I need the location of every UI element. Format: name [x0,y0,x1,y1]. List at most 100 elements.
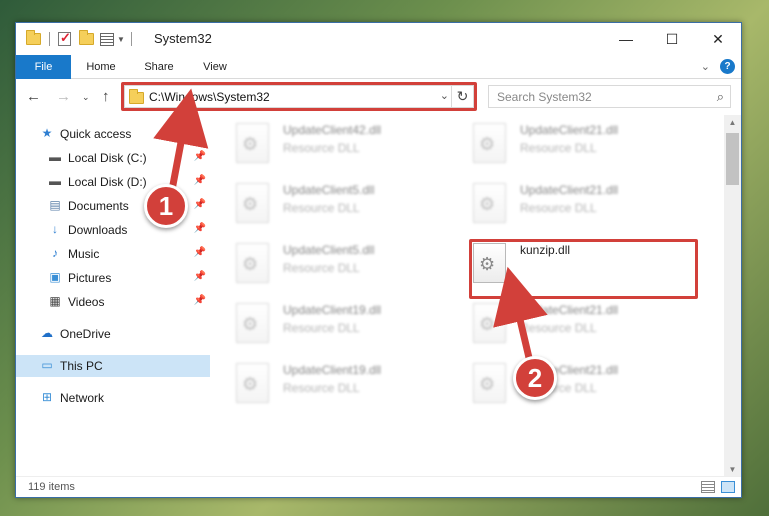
expand-ribbon-icon[interactable]: ⌄ [701,60,710,73]
network-icon: ⊞ [41,390,53,404]
file-item[interactable]: UpdateClient19.dll Resource DLL [236,361,466,413]
drive-icon: ▬ [49,174,61,188]
sidebar-item-label: Network [60,391,105,405]
customize-dropdown-icon[interactable]: ▼ [117,35,125,44]
large-icons-view-icon[interactable] [721,481,735,493]
navigation-pane: ★ Quick access ▬ Local Disk (C:) 📌 ▬ Loc… [16,115,210,478]
file-item[interactable]: UpdateClient21.dll Resource DLL [473,121,703,173]
sidebar-item-pictures[interactable]: ▣ Pictures 📌 [16,267,210,289]
file-type: Resource DLL [520,141,597,155]
title-bar: ▼ System32 — ☐ ✕ [16,23,741,55]
pin-icon[interactable]: 📌 [194,247,206,258]
search-input[interactable]: Search System32 ⌕ [488,85,731,108]
dll-file-icon [473,363,506,403]
sidebar-item-label: Videos [68,295,105,309]
tab-share[interactable]: Share [134,55,184,79]
ribbon-tabs: File Home Share View ⌄ ? [16,55,741,79]
sidebar-item-network[interactable]: ⊞ Network [16,387,210,409]
star-icon: ★ [41,126,53,140]
dll-file-icon [236,123,269,163]
sidebar-item-downloads[interactable]: ↓ Downloads 📌 [16,219,210,241]
sidebar-item-label: OneDrive [60,327,111,341]
sidebar-item-videos[interactable]: ▦ Videos 📌 [16,291,210,313]
details-view-icon[interactable] [701,481,715,493]
file-name: UpdateClient21.dll [520,183,619,197]
properties-icon[interactable] [100,32,114,46]
sidebar-item-label: Local Disk (C:) [68,151,147,165]
file-type: Resource DLL [283,141,360,155]
tab-file[interactable]: File [16,55,71,79]
file-type: Resource DLL [283,261,360,275]
vertical-scrollbar[interactable]: ▲ ▼ [724,115,741,478]
callout-step-2: 2 [513,356,557,400]
sidebar-item-onedrive[interactable]: ☁ OneDrive [16,323,210,345]
maximize-button[interactable]: ☐ [649,23,695,55]
videos-icon: ▦ [49,294,61,308]
item-count: 119 items [28,481,75,493]
sidebar-item-quick-access[interactable]: ★ Quick access [16,123,210,145]
pin-icon[interactable]: 📌 [194,271,206,282]
explorer-window: ▼ System32 — ☐ ✕ File Home Share View ⌄ … [15,22,742,498]
dll-file-icon [473,303,506,343]
close-button[interactable]: ✕ [695,23,741,55]
pin-icon[interactable]: 📌 [194,151,206,162]
properties-check-icon[interactable] [58,30,71,46]
toolbar-divider [130,32,132,46]
window-title: System32 [154,31,212,46]
forward-arrow-icon[interactable]: → [56,88,71,105]
documents-icon: ▤ [49,198,61,212]
dll-file-icon [236,303,269,343]
pictures-icon: ▣ [49,270,61,284]
file-item[interactable]: UpdateClient19.dll Resource DLL [236,301,466,353]
music-icon: ♪ [52,246,58,260]
file-type: Resource DLL [520,321,597,335]
navigation-bar: ← → ⌄ ↑ C:\Windows\System32 ⌄ ↻ Search S… [16,79,741,115]
tab-view[interactable]: View [191,55,239,79]
minimize-button[interactable]: — [603,23,649,55]
sidebar-item-label: Local Disk (D:) [68,175,147,189]
file-item[interactable]: UpdateClient21.dll Resource DLL [473,181,703,233]
file-item[interactable]: UpdateClient5.dll Resource DLL [236,181,466,233]
file-item[interactable]: UpdateClient21.dll Resource DLL [473,301,703,353]
back-arrow-icon[interactable]: ← [26,88,41,105]
file-name: UpdateClient19.dll [283,363,382,377]
dll-file-icon [473,183,506,223]
drive-icon: ▬ [49,150,61,164]
ribbon-right-controls: ⌄ ? [701,59,735,74]
pin-icon[interactable]: 📌 [194,199,206,210]
dll-file-icon [236,183,269,223]
search-placeholder: Search System32 [497,90,592,104]
file-type: Resource DLL [283,201,360,215]
recent-locations-icon[interactable]: ⌄ [82,92,90,103]
file-type: Resource DLL [520,201,597,215]
sidebar-item-this-pc[interactable]: ▭ This PC [16,355,210,377]
sidebar-item-label: Documents [68,199,129,213]
file-item[interactable]: UpdateClient21.dll Resource DLL [473,361,703,413]
tab-home[interactable]: Home [76,55,126,79]
folder-icon [26,30,41,45]
file-name: UpdateClient5.dll [283,183,375,197]
scroll-thumb[interactable] [726,133,739,185]
cloud-icon: ☁ [41,326,53,340]
file-item[interactable]: UpdateClient42.dll Resource DLL [236,121,466,173]
computer-icon: ▭ [41,358,53,372]
pin-icon[interactable]: 📌 [194,223,206,234]
scroll-up-icon[interactable]: ▲ [724,115,741,131]
sidebar-item-music[interactable]: ♪ Music 📌 [16,243,210,265]
search-icon[interactable]: ⌕ [717,89,724,105]
up-arrow-icon[interactable]: ↑ [102,88,110,105]
file-type: Resource DLL [283,381,360,395]
download-icon: ↓ [52,222,58,236]
sidebar-item-local-disk-c[interactable]: ▬ Local Disk (C:) 📌 [16,147,210,169]
help-icon[interactable]: ? [720,59,735,74]
pin-icon[interactable]: 📌 [194,295,206,306]
new-folder-icon[interactable] [79,30,94,45]
dll-file-icon [236,363,269,403]
pin-icon[interactable]: 📌 [194,175,206,186]
file-item[interactable]: UpdateClient5.dll Resource DLL [236,241,466,293]
sidebar-item-label: This PC [60,359,103,373]
callout-step-1: 1 [144,184,188,228]
sidebar-item-label: Pictures [68,271,112,285]
file-highlight-box [469,239,698,299]
status-bar: 119 items [16,476,741,497]
